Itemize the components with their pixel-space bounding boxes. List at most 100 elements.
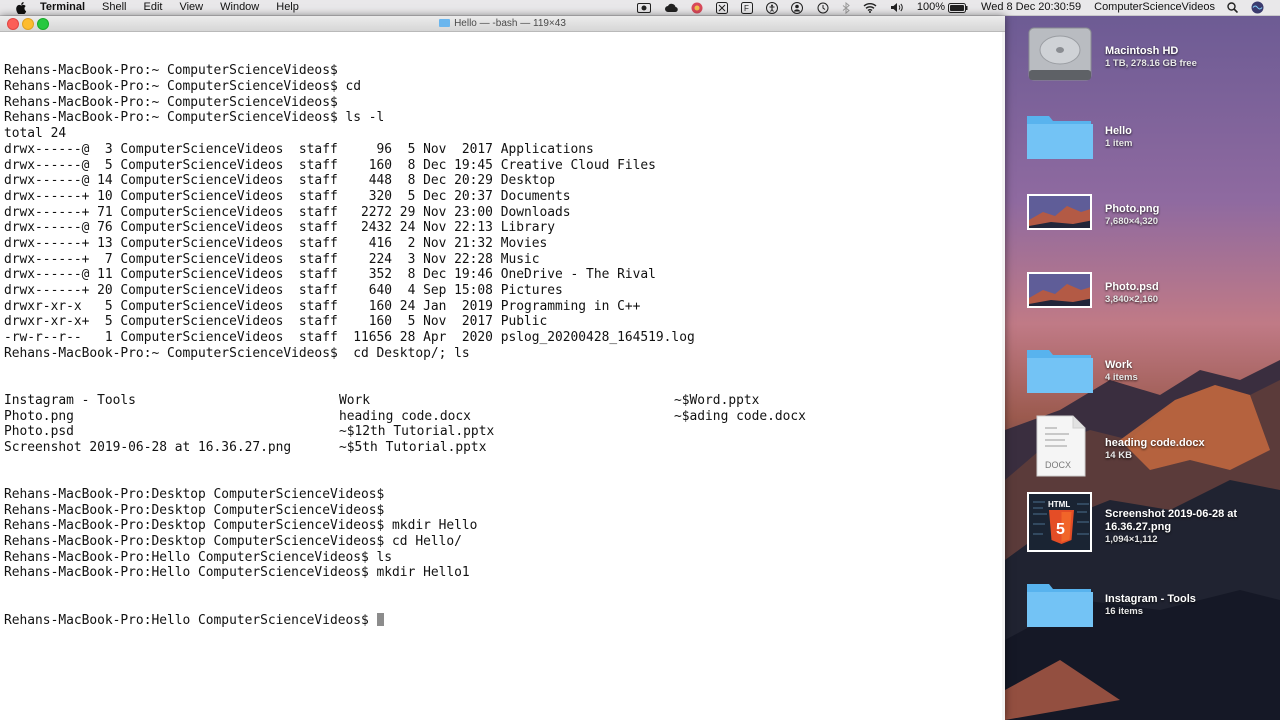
- desktop-item-info: 1,094×1,112: [1105, 534, 1158, 545]
- window-title: Hello — -bash — 119×43: [0, 17, 1005, 30]
- desktop-item-name: Work: [1105, 359, 1133, 371]
- apple-menu-icon[interactable]: [15, 1, 27, 14]
- terminal-line: Rehans-MacBook-Pro:Desktop ComputerScien…: [4, 518, 478, 534]
- terminal-line: drwx------@ 11 ComputerScienceVideos sta…: [4, 267, 656, 283]
- terminal-line: drwx------@ 76 ComputerScienceVideos sta…: [4, 220, 556, 236]
- window-title-text: Hello — -bash — 119×43: [454, 18, 566, 29]
- ls-row: Photo.psd ~$12th Tutorial.pptx: [4, 424, 999, 440]
- folder-icon: [1027, 584, 1093, 627]
- desktop-item[interactable]: Work 4 items: [1025, 334, 1280, 406]
- status-menus: F 100% Wed 8 Dec 20:30:59 ComputerScienc…: [624, 0, 1280, 15]
- terminal-line: Rehans-MacBook-Pro:~ ComputerScienceVide…: [4, 63, 338, 79]
- terminal-line: drwx------+ 71 ComputerScienceVideos sta…: [4, 204, 571, 220]
- ls-entry: ~$5th Tutorial.pptx: [339, 439, 487, 455]
- svg-text:F: F: [744, 4, 749, 13]
- current-prompt-line[interactable]: Rehans-MacBook-Pro:Hello ComputerScience…: [4, 612, 999, 629]
- terminal-line: drwx------@ 5 ComputerScienceVideos staf…: [4, 157, 656, 173]
- user-name[interactable]: ComputerScienceVideos: [1094, 0, 1215, 15]
- menu-view[interactable]: View: [179, 0, 203, 15]
- ls-entry: ~$Word.pptx: [674, 392, 760, 408]
- desktop-item[interactable]: Photo.png 7,680×4,320: [1025, 178, 1280, 250]
- spotlight-search-icon[interactable]: [1227, 2, 1238, 13]
- terminal-line: drwxr-xr-x+ 5 ComputerScienceVideos staf…: [4, 314, 548, 330]
- desktop-item[interactable]: DOCX heading code.docx 14 KB: [1025, 412, 1280, 484]
- html-badge: HTML: [1048, 500, 1070, 509]
- desktop-item[interactable]: Hello 1 item: [1025, 100, 1280, 172]
- menu-window[interactable]: Window: [220, 0, 259, 15]
- desktop-item-name: Instagram - Tools: [1105, 593, 1196, 605]
- desktop-item-info: 4 items: [1105, 372, 1138, 383]
- terminal-line: drwx------+ 10 ComputerScienceVideos sta…: [4, 188, 571, 204]
- desktop-item[interactable]: Photo.psd 3,840×2,160: [1025, 256, 1280, 328]
- bluetooth-icon[interactable]: [842, 1, 850, 14]
- desktop-item[interactable]: HTML 5 Screenshot 2019-06-28 at 16.36.27.pn…: [1025, 490, 1280, 562]
- volume-icon[interactable]: [890, 2, 904, 13]
- font-app-icon[interactable]: F: [740, 1, 753, 14]
- terminal-line: drwx------+ 20 ComputerScienceVideos sta…: [4, 283, 563, 299]
- folder-icon: [439, 19, 451, 27]
- ls-output-grid: Instagram - Tools Work ~$Word.pptx Photo.pn…: [4, 393, 999, 456]
- time-machine-icon[interactable]: [816, 2, 829, 14]
- menu-shell[interactable]: Shell: [102, 0, 126, 15]
- docx-file-icon: DOCX: [1036, 415, 1086, 477]
- html5-thumbnail-icon: HTML 5: [1027, 492, 1092, 552]
- battery-percent[interactable]: 100%: [917, 0, 945, 15]
- desktop-item-name: Photo.psd: [1105, 281, 1159, 293]
- image-thumbnail-icon: [1027, 272, 1092, 308]
- desktop-item-name: Hello: [1105, 125, 1132, 137]
- desktop-item-name: Macintosh HD: [1105, 45, 1179, 57]
- terminal-line: Rehans-MacBook-Pro:~ ComputerScienceVide…: [4, 345, 470, 361]
- ls-entry: heading code.docx: [339, 408, 471, 424]
- desktop-item-info: 14 KB: [1105, 450, 1132, 461]
- menu-help[interactable]: Help: [276, 0, 299, 15]
- folder-icon: [1027, 350, 1093, 393]
- ls-entry: Work: [339, 392, 371, 408]
- clock[interactable]: Wed 8 Dec 20:30:59: [981, 0, 1081, 15]
- desktop-item-name: Photo.png: [1105, 203, 1160, 215]
- grid-app-icon[interactable]: [715, 1, 728, 14]
- user-switch-icon[interactable]: [790, 1, 803, 14]
- terminal-window[interactable]: Hello — -bash — 119×43 Rehans-MacBook-Pr…: [0, 16, 1005, 720]
- window-title-bar[interactable]: Hello — -bash — 119×43: [0, 16, 1005, 32]
- terminal-line: Rehans-MacBook-Pro:Desktop ComputerScien…: [4, 534, 462, 550]
- terminal-line: Rehans-MacBook-Pro:~ ComputerScienceVide…: [4, 94, 338, 110]
- terminal-line: total 24: [4, 126, 67, 142]
- menu-edit[interactable]: Edit: [144, 0, 163, 15]
- siri-icon[interactable]: [1251, 1, 1264, 14]
- desktop-item-info: 16 items: [1105, 606, 1144, 617]
- terminal-line: Rehans-MacBook-Pro:Desktop ComputerScien…: [4, 502, 385, 518]
- docx-badge: DOCX: [1045, 460, 1071, 470]
- ls-entry: Photo.psd: [4, 424, 74, 440]
- terminal-output[interactable]: Rehans-MacBook-Pro:~ ComputerScienceVide…: [4, 32, 999, 718]
- battery-icon[interactable]: [948, 2, 968, 13]
- terminal-line: Rehans-MacBook-Pro:~ ComputerScienceVide…: [4, 79, 361, 95]
- screen-record-icon[interactable]: [636, 2, 651, 13]
- accessibility-icon[interactable]: [765, 1, 778, 14]
- desktop-item-info: 7,680×4,320: [1105, 216, 1159, 227]
- terminal-line: drwx------@ 14 ComputerScienceVideos sta…: [4, 173, 556, 189]
- desktop-item-info: 1 TB, 278.16 GB free: [1105, 58, 1197, 69]
- terminal-line: -rw-r--r-- 1 ComputerScienceVideos staff…: [4, 330, 695, 346]
- creative-cloud-icon[interactable]: [664, 3, 678, 13]
- wifi-icon[interactable]: [863, 2, 877, 13]
- terminal-line: drwxr-xr-x 5 ComputerScienceVideos staff…: [4, 298, 641, 314]
- ls-entry: Instagram - Tools: [4, 392, 136, 408]
- desktop-item-name: Screenshot 2019-06-28 at: [1105, 508, 1238, 520]
- scrollbar[interactable]: [1002, 32, 1005, 720]
- desktop-item-name: heading code.docx: [1105, 437, 1205, 449]
- colorful-app-icon[interactable]: [691, 2, 703, 14]
- terminal-line: Rehans-MacBook-Pro:Desktop ComputerScien…: [4, 487, 385, 503]
- menu-bar: Terminal Shell Edit View Window Help F 1…: [0, 0, 1280, 16]
- desktop-item[interactable]: Instagram - Tools 16 items: [1025, 568, 1280, 640]
- html-number: 5: [1056, 521, 1065, 538]
- desktop-item[interactable]: Macintosh HD 1 TB, 278.16 GB free: [1025, 20, 1280, 92]
- prompt-text: Rehans-MacBook-Pro:Hello ComputerScience…: [4, 612, 377, 628]
- ls-entry: ~$ading code.docx: [674, 408, 806, 424]
- ls-row: Instagram - Tools Work ~$Word.pptx: [4, 393, 999, 409]
- terminal-line: drwx------@ 3 ComputerScienceVideos staf…: [4, 141, 594, 157]
- menu-app-terminal[interactable]: Terminal: [40, 0, 85, 15]
- folder-icon: [1027, 116, 1093, 159]
- desktop-item-info: 1 item: [1105, 138, 1133, 149]
- terminal-line: drwx------+ 7 ComputerScienceVideos staf…: [4, 251, 540, 267]
- terminal-line: Rehans-MacBook-Pro:~ ComputerScienceVide…: [4, 110, 385, 126]
